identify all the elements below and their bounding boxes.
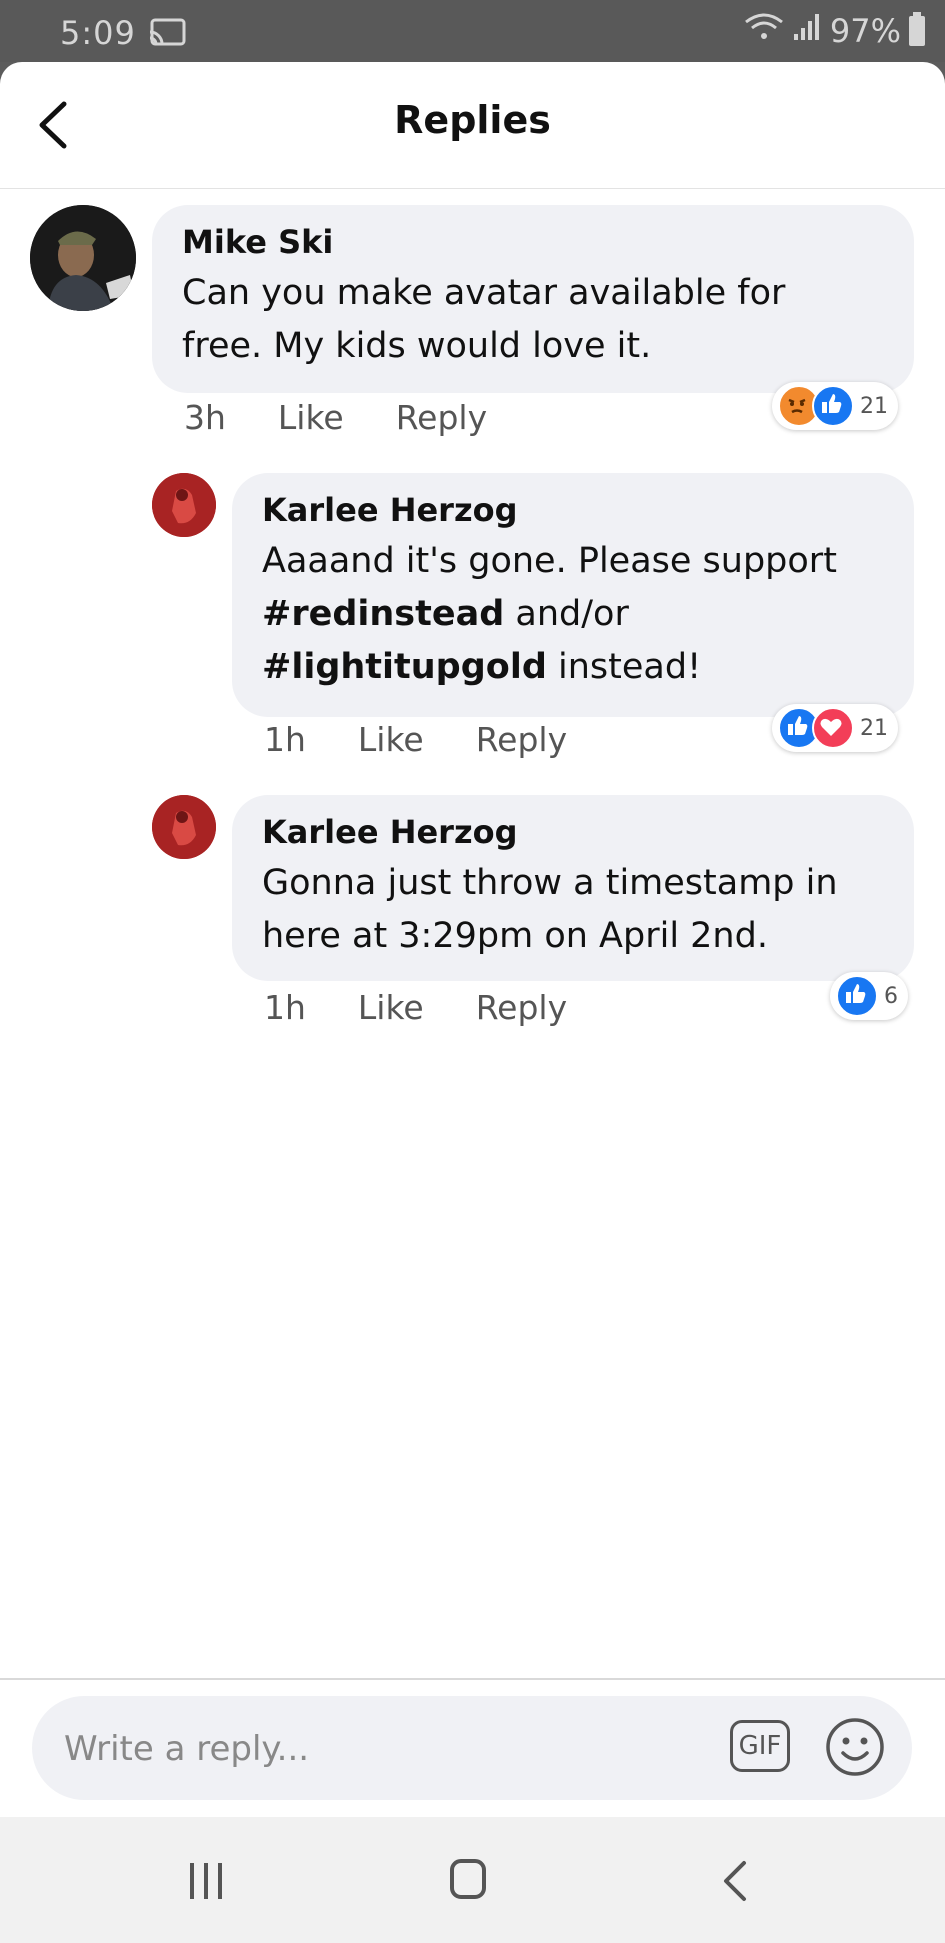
like-button[interactable]: Like xyxy=(358,988,424,1027)
recent-apps-icon[interactable] xyxy=(186,1861,226,1905)
comment-text-fragment: instead! xyxy=(546,647,702,687)
like-button[interactable]: Like xyxy=(358,720,424,759)
comment-text-line: Gonna just throw a timestamp in xyxy=(262,863,838,903)
love-reaction-icon xyxy=(812,707,854,749)
comment-text-line: Can you make avatar available for xyxy=(182,273,786,313)
avatar[interactable] xyxy=(30,205,136,311)
home-icon[interactable] xyxy=(450,1859,486,1899)
like-reaction-icon xyxy=(836,975,878,1017)
avatar[interactable] xyxy=(152,795,216,859)
reply-composer: GIF xyxy=(32,1696,912,1800)
composer-divider xyxy=(0,1678,945,1680)
comment-time: 1h xyxy=(264,988,306,1027)
gif-button[interactable]: GIF xyxy=(730,1720,790,1772)
comment-text: Can you make avatar available for free. … xyxy=(182,267,884,373)
comment-text: Gonna just throw a timestamp in here at … xyxy=(262,857,884,963)
comment-author[interactable]: Karlee Herzog xyxy=(262,491,884,529)
status-bar: 5:09 97% xyxy=(0,0,945,62)
comment-text-line: Aaaand it's gone. Please support xyxy=(262,541,837,581)
system-nav-bar xyxy=(0,1817,945,1943)
like-reaction-icon xyxy=(812,385,854,427)
comment-actions: 1h Like Reply xyxy=(264,988,567,1027)
hashtag-link[interactable]: #redinstead xyxy=(262,594,504,634)
comment-bubble: Karlee Herzog Gonna just throw a timesta… xyxy=(232,795,914,981)
comment-actions: 1h Like Reply xyxy=(264,720,567,759)
reply-button[interactable]: Reply xyxy=(476,988,567,1027)
status-time: 5:09 xyxy=(60,14,136,52)
signal-icon xyxy=(792,12,822,50)
comment-author[interactable]: Mike Ski xyxy=(182,223,884,261)
avatar[interactable] xyxy=(152,473,216,537)
comment-time: 1h xyxy=(264,720,306,759)
reaction-count: 21 xyxy=(860,715,888,741)
cast-icon xyxy=(149,18,186,50)
reply-input[interactable] xyxy=(62,1716,706,1782)
reactions-summary[interactable]: 21 xyxy=(772,704,898,752)
comment-text-line: free. My kids would love it. xyxy=(182,326,652,366)
wifi-icon xyxy=(744,12,784,50)
comment-author[interactable]: Karlee Herzog xyxy=(262,813,884,851)
nav-back-icon[interactable] xyxy=(720,1859,750,1907)
emoji-icon[interactable] xyxy=(824,1716,886,1778)
reply-button[interactable]: Reply xyxy=(396,398,487,437)
comment-text-fragment: and/or xyxy=(504,594,629,634)
comment-bubble: Karlee Herzog Aaaand it's gone. Please s… xyxy=(232,473,914,717)
comment-text-line: here at 3:29pm on April 2nd. xyxy=(262,916,768,956)
replies-sheet: Replies Mike Ski Can you make avatar ava… xyxy=(0,62,945,1817)
reply-button[interactable]: Reply xyxy=(476,720,567,759)
like-button[interactable]: Like xyxy=(278,398,344,437)
battery-percent: 97% xyxy=(829,12,901,50)
page-title: Replies xyxy=(394,98,551,142)
comment-text-line: #lightitupgold instead! xyxy=(262,641,884,694)
reactions-summary[interactable]: 21 xyxy=(772,382,898,430)
comment-text: Aaaand it's gone. Please support #redins… xyxy=(262,535,884,694)
hashtag-link[interactable]: #lightitupgold xyxy=(262,647,547,687)
comment-actions: 3h Like Reply xyxy=(184,398,487,437)
header: Replies xyxy=(0,62,945,189)
reactions-summary[interactable]: 6 xyxy=(830,972,908,1020)
comment-text-line: #redinstead and/or xyxy=(262,588,884,641)
battery-icon xyxy=(909,12,925,46)
comment-time: 3h xyxy=(184,398,226,437)
reaction-count: 6 xyxy=(884,983,898,1009)
comment-bubble: Mike Ski Can you make avatar available f… xyxy=(152,205,914,393)
reaction-count: 21 xyxy=(860,393,888,419)
